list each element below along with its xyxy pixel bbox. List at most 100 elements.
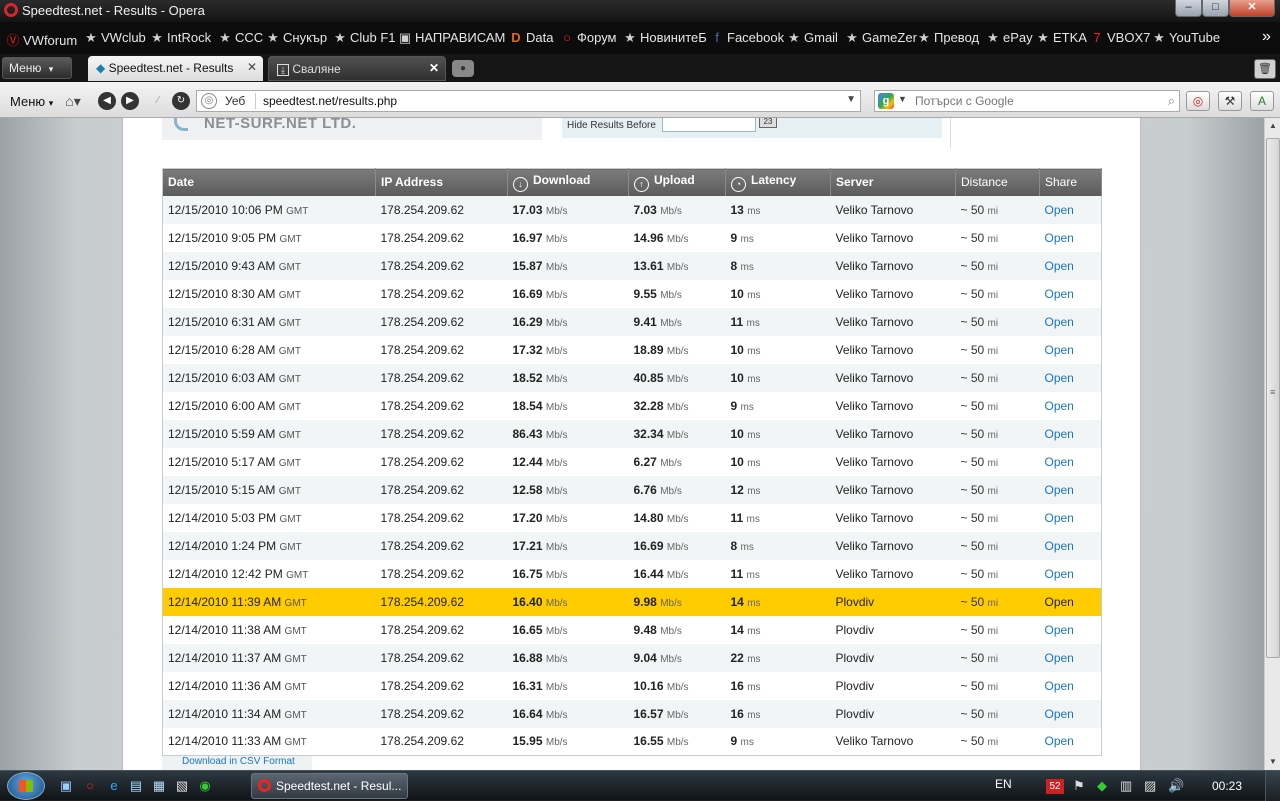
share-open-link[interactable]: Open: [1045, 203, 1074, 217]
bookmark-vbox7[interactable]: 7 VBOX7: [1090, 30, 1150, 45]
bookmark-ccc[interactable]: ★ CCC: [218, 30, 263, 46]
share-open-link[interactable]: Open: [1045, 287, 1074, 301]
language-indicator[interactable]: EN: [995, 777, 1012, 791]
bookmark-etka[interactable]: ★ ETKA: [1036, 30, 1087, 46]
cell-share[interactable]: Open: [1039, 531, 1102, 560]
desktop-quick-icon[interactable]: ▤: [128, 778, 144, 794]
taskbar-opera-window[interactable]: Speedtest.net - Resul...: [251, 773, 408, 799]
bookmark-vwclub[interactable]: ★ VWclub: [84, 30, 146, 46]
scroll-down-icon[interactable]: ▼: [1265, 754, 1280, 770]
google-icon[interactable]: g: [878, 93, 894, 109]
home-icon[interactable]: ⌂▾: [64, 92, 82, 110]
share-open-link[interactable]: Open: [1045, 511, 1074, 525]
opera-quick-icon[interactable]: ○: [82, 778, 98, 794]
internet-explorer-icon[interactable]: e: [106, 778, 122, 794]
share-open-link[interactable]: Open: [1045, 734, 1074, 748]
header-latency[interactable]: ◔ Latency: [725, 168, 831, 196]
cell-share[interactable]: Open: [1039, 727, 1102, 756]
address-input[interactable]: [263, 92, 843, 110]
share-open-link[interactable]: Open: [1045, 231, 1074, 245]
vertical-scrollbar[interactable]: ▲ ≡ ▼: [1264, 118, 1280, 770]
csv-download-link[interactable]: Download in CSV Format: [162, 756, 312, 770]
close-button[interactable]: ✕: [1229, 0, 1275, 17]
network-icon[interactable]: ▨: [1144, 778, 1156, 794]
cell-share[interactable]: Open: [1039, 559, 1102, 588]
trash-button[interactable]: 🗑: [1254, 59, 1276, 79]
share-open-link[interactable]: Open: [1045, 707, 1074, 721]
cell-share[interactable]: Open: [1039, 391, 1102, 420]
tools-button[interactable]: ⚒: [1218, 91, 1242, 111]
cell-share[interactable]: Open: [1039, 699, 1102, 728]
back-icon[interactable]: ◀: [98, 92, 116, 110]
cell-share[interactable]: Open: [1039, 587, 1102, 616]
bookmark-направисам[interactable]: ▣ НАПРАВИСАМ: [398, 30, 506, 46]
share-open-link[interactable]: Open: [1045, 595, 1074, 609]
bookmark-gmail[interactable]: ★ Gmail: [787, 30, 838, 46]
bookmark-data[interactable]: D Data: [509, 30, 553, 45]
header-server[interactable]: Server: [830, 168, 956, 196]
bookmark-превод[interactable]: ★ Превод: [917, 30, 979, 46]
utorrent-icon[interactable]: ◉: [197, 778, 213, 794]
share-open-link[interactable]: Open: [1045, 455, 1074, 469]
show-desktop-quick-icon[interactable]: ▣: [58, 778, 74, 794]
cell-share[interactable]: Open: [1039, 475, 1102, 504]
search-icon[interactable]: ⌕: [1168, 93, 1175, 109]
cell-share[interactable]: Open: [1039, 279, 1102, 308]
reload-icon[interactable]: ↻: [172, 92, 190, 110]
window-switch-icon[interactable]: ▦: [151, 778, 167, 794]
scroll-up-icon[interactable]: ▲: [1265, 118, 1280, 134]
header-upload[interactable]: ↑ Upload: [628, 168, 726, 196]
start-button[interactable]: [7, 772, 45, 800]
system-clock[interactable]: 00:23: [1212, 779, 1242, 793]
wand-icon[interactable]: ∕: [149, 92, 167, 110]
search-engine-dropdown-icon[interactable]: ▼: [898, 94, 907, 104]
tab-close-icon[interactable]: ✕: [247, 60, 257, 74]
nav-menu-button[interactable]: Меню ▾: [10, 94, 53, 109]
translate-button[interactable]: A: [1250, 91, 1274, 111]
address-dropdown-icon[interactable]: ▼: [846, 94, 856, 105]
header-download[interactable]: ↓ Download: [507, 168, 629, 196]
cell-share[interactable]: Open: [1039, 251, 1102, 280]
bookmark-vwforum[interactable]: Ⓥ VWforum: [6, 30, 77, 49]
cell-share[interactable]: Open: [1039, 195, 1102, 224]
tab-speedtest-results[interactable]: ◆ Speedtest.net - Results ✕: [88, 56, 263, 81]
cell-share[interactable]: Open: [1039, 447, 1102, 476]
address-bar[interactable]: ◎ Уеб ▼: [196, 90, 861, 112]
share-open-link[interactable]: Open: [1045, 427, 1074, 441]
bookmark-introck[interactable]: ★ IntRock: [150, 30, 211, 46]
adblock-button[interactable]: ◎: [1186, 91, 1210, 111]
bookmark-club-f1[interactable]: ★ Club F1: [333, 30, 395, 46]
scrollbar-thumb[interactable]: ≡: [1266, 138, 1280, 658]
maximize-button[interactable]: □: [1202, 0, 1229, 17]
cell-share[interactable]: Open: [1039, 307, 1102, 336]
calendar-icon[interactable]: 23: [759, 118, 777, 128]
share-open-link[interactable]: Open: [1045, 567, 1074, 581]
bookmark-facebook[interactable]: f Facebook: [710, 30, 784, 45]
share-open-link[interactable]: Open: [1045, 399, 1074, 413]
action-center-flag-icon[interactable]: ⚑: [1073, 778, 1085, 794]
share-open-link[interactable]: Open: [1045, 483, 1074, 497]
share-open-link[interactable]: Open: [1045, 315, 1074, 329]
bookmark-снукър[interactable]: ★ Снукър: [266, 30, 327, 46]
share-open-link[interactable]: Open: [1045, 371, 1074, 385]
share-open-link[interactable]: Open: [1045, 623, 1074, 637]
clipboard-icon[interactable]: ▥: [1120, 778, 1132, 794]
header-date[interactable]: Date: [162, 168, 376, 196]
search-bar[interactable]: g ▼ ⌕: [874, 90, 1180, 112]
cell-share[interactable]: Open: [1039, 419, 1102, 448]
cell-share[interactable]: Open: [1039, 223, 1102, 252]
share-open-link[interactable]: Open: [1045, 343, 1074, 357]
cell-share[interactable]: Open: [1039, 503, 1102, 532]
opera-menu-button[interactable]: Меню ▾: [2, 57, 72, 79]
cell-share[interactable]: Open: [1039, 671, 1102, 700]
bookmark-youtube[interactable]: ★ YouTube: [1152, 30, 1220, 46]
bookmark-форум[interactable]: ○ Форум: [560, 30, 616, 45]
cell-share[interactable]: Open: [1039, 363, 1102, 392]
cell-share[interactable]: Open: [1039, 615, 1102, 644]
hide-results-date-input[interactable]: [662, 118, 756, 132]
cell-share[interactable]: Open: [1039, 335, 1102, 364]
share-open-link[interactable]: Open: [1045, 679, 1074, 693]
bookmark-epay[interactable]: ★ ePay: [986, 30, 1032, 46]
minimize-button[interactable]: –: [1175, 0, 1202, 17]
share-open-link[interactable]: Open: [1045, 651, 1074, 665]
